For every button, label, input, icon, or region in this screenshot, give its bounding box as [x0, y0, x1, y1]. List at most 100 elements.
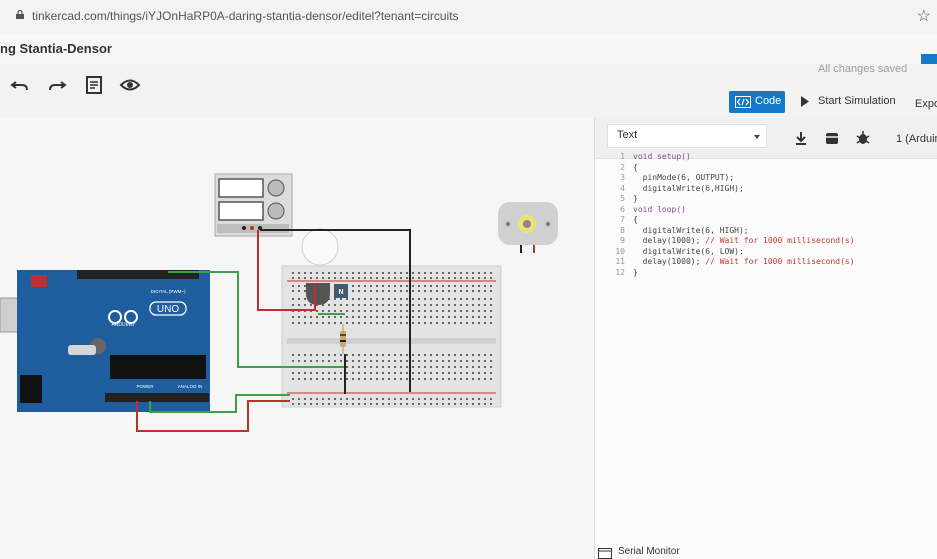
breadboard-hole[interactable]	[442, 316, 444, 318]
breadboard-hole[interactable]	[430, 310, 432, 312]
breadboard-hole[interactable]	[406, 360, 408, 362]
breadboard-hole[interactable]	[298, 403, 300, 405]
breadboard-hole[interactable]	[472, 398, 474, 400]
breadboard-hole[interactable]	[304, 290, 306, 292]
breadboard-hole[interactable]	[472, 316, 474, 318]
breadboard-hole[interactable]	[436, 298, 438, 300]
breadboard-hole[interactable]	[352, 290, 354, 292]
breadboard-hole[interactable]	[346, 378, 348, 380]
breadboard-hole[interactable]	[304, 304, 306, 306]
breadboard-hole[interactable]	[406, 354, 408, 356]
breadboard-hole[interactable]	[466, 398, 468, 400]
breadboard-hole[interactable]	[454, 285, 456, 287]
breadboard-hole[interactable]	[430, 290, 432, 292]
breadboard-hole[interactable]	[484, 322, 486, 324]
breadboard-hole[interactable]	[442, 310, 444, 312]
breadboard-hole[interactable]	[478, 310, 480, 312]
code-line[interactable]: 8 digitalWrite(6, HIGH);	[615, 226, 933, 237]
breadboard-hole[interactable]	[442, 366, 444, 368]
breadboard-hole[interactable]	[370, 304, 372, 306]
breadboard-hole[interactable]	[442, 360, 444, 362]
breadboard-hole[interactable]	[370, 272, 372, 274]
breadboard-hole[interactable]	[430, 304, 432, 306]
breadboard-hole[interactable]	[448, 272, 450, 274]
breadboard-hole[interactable]	[394, 304, 396, 306]
breadboard-hole[interactable]	[472, 403, 474, 405]
breadboard-hole[interactable]	[436, 366, 438, 368]
breadboard-hole[interactable]	[304, 372, 306, 374]
breadboard-hole[interactable]	[364, 277, 366, 279]
breadboard-hole[interactable]	[322, 272, 324, 274]
breadboard-hole[interactable]	[304, 285, 306, 287]
breadboard-hole[interactable]	[358, 403, 360, 405]
breadboard-hole[interactable]	[424, 366, 426, 368]
breadboard-hole[interactable]	[412, 354, 414, 356]
breadboard-hole[interactable]	[394, 398, 396, 400]
breadboard-hole[interactable]	[472, 272, 474, 274]
breadboard-hole[interactable]	[310, 272, 312, 274]
code-line[interactable]: 5}	[615, 194, 933, 205]
code-line[interactable]: 2{	[615, 163, 933, 174]
design-title[interactable]: ng Stantia-Densor	[0, 41, 112, 56]
breadboard-hole[interactable]	[418, 298, 420, 300]
breadboard-hole[interactable]	[466, 372, 468, 374]
breadboard-hole[interactable]	[340, 298, 342, 300]
breadboard-hole[interactable]	[358, 298, 360, 300]
breadboard-hole[interactable]	[466, 360, 468, 362]
breadboard-hole[interactable]	[376, 360, 378, 362]
breadboard-hole[interactable]	[400, 310, 402, 312]
breadboard-hole[interactable]	[430, 403, 432, 405]
breadboard-hole[interactable]	[346, 310, 348, 312]
breadboard-hole[interactable]	[298, 322, 300, 324]
breadboard-hole[interactable]	[460, 272, 462, 274]
breadboard-hole[interactable]	[376, 272, 378, 274]
breadboard-hole[interactable]	[370, 277, 372, 279]
breadboard-hole[interactable]	[400, 360, 402, 362]
code-line[interactable]: 7{	[615, 215, 933, 226]
breadboard-hole[interactable]	[430, 298, 432, 300]
breadboard-hole[interactable]	[412, 277, 414, 279]
breadboard-hole[interactable]	[490, 290, 492, 292]
breadboard-hole[interactable]	[424, 310, 426, 312]
breadboard-hole[interactable]	[328, 304, 330, 306]
breadboard-hole[interactable]	[466, 298, 468, 300]
breadboard-hole[interactable]	[400, 298, 402, 300]
breadboard-hole[interactable]	[406, 403, 408, 405]
breadboard-hole[interactable]	[460, 316, 462, 318]
breadboard-hole[interactable]	[436, 285, 438, 287]
breadboard-hole[interactable]	[292, 285, 294, 287]
breadboard-hole[interactable]	[298, 360, 300, 362]
breadboard-hole[interactable]	[364, 403, 366, 405]
breadboard-hole[interactable]	[484, 310, 486, 312]
breadboard-hole[interactable]	[376, 403, 378, 405]
breadboard-hole[interactable]	[448, 366, 450, 368]
breadboard-hole[interactable]	[478, 277, 480, 279]
breadboard-hole[interactable]	[334, 304, 336, 306]
breadboard-hole[interactable]	[442, 378, 444, 380]
breadboard-hole[interactable]	[436, 304, 438, 306]
breadboard-hole[interactable]	[448, 285, 450, 287]
breadboard-hole[interactable]	[436, 310, 438, 312]
breadboard-hole[interactable]	[334, 316, 336, 318]
breadboard-hole[interactable]	[406, 285, 408, 287]
redo-icon[interactable]	[45, 74, 67, 96]
breadboard-hole[interactable]	[424, 360, 426, 362]
breadboard-hole[interactable]	[304, 354, 306, 356]
breadboard-hole[interactable]	[310, 360, 312, 362]
breadboard-hole[interactable]	[490, 372, 492, 374]
breadboard-hole[interactable]	[310, 322, 312, 324]
breadboard-hole[interactable]	[352, 304, 354, 306]
breadboard-hole[interactable]	[442, 398, 444, 400]
breadboard-hole[interactable]	[412, 322, 414, 324]
circuit-canvas[interactable]: N UNO ARDUINO DIGITAL (PWM~) POWER ANALO…	[0, 118, 594, 559]
breadboard-hole[interactable]	[466, 272, 468, 274]
breadboard-hole[interactable]	[430, 378, 432, 380]
breadboard-hole[interactable]	[358, 322, 360, 324]
breadboard-hole[interactable]	[418, 398, 420, 400]
breadboard-hole[interactable]	[394, 322, 396, 324]
breadboard-hole[interactable]	[346, 277, 348, 279]
breadboard-hole[interactable]	[370, 354, 372, 356]
breadboard-hole[interactable]	[460, 403, 462, 405]
breadboard-hole[interactable]	[382, 285, 384, 287]
breadboard-hole[interactable]	[328, 272, 330, 274]
